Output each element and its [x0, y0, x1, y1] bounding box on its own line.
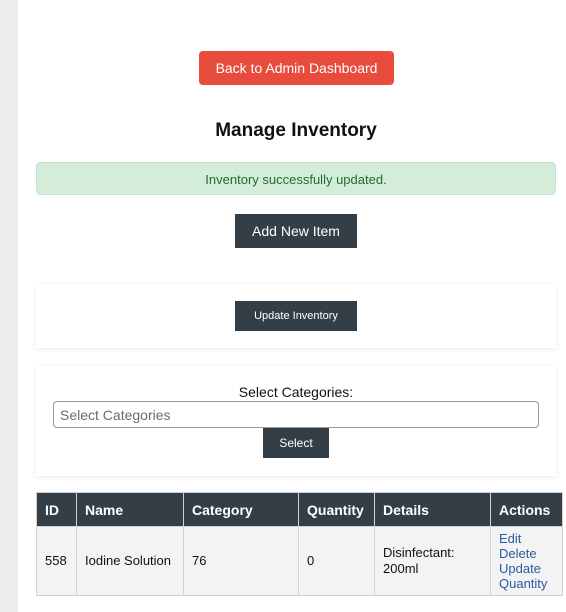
category-filter-card: Select Categories: Select — [36, 366, 556, 476]
cell-actions: Edit Delete Update Quantity — [490, 526, 563, 596]
success-alert: Inventory successfully updated. — [36, 162, 556, 195]
update-inventory-card: Update Inventory — [36, 284, 556, 348]
cell-quantity: 0 — [298, 526, 375, 596]
back-to-dashboard-button[interactable]: Back to Admin Dashboard — [199, 51, 394, 85]
cell-category: 76 — [183, 526, 299, 596]
main-content: Back to Admin Dashboard Manage Inventory… — [18, 0, 566, 612]
update-quantity-link[interactable]: Update Quantity — [499, 561, 554, 591]
inventory-table: ID Name Category Quantity Details Action… — [36, 492, 563, 596]
edit-link[interactable]: Edit — [499, 531, 554, 546]
cell-id: 558 — [36, 526, 77, 596]
page: Back to Admin Dashboard Manage Inventory… — [0, 0, 566, 612]
column-header-details: Details — [374, 492, 491, 527]
cell-details: Disinfectant: 200ml — [374, 526, 491, 596]
column-header-id: ID — [36, 492, 77, 527]
add-new-item-button[interactable]: Add New Item — [235, 214, 357, 248]
column-header-quantity: Quantity — [298, 492, 375, 527]
column-header-category: Category — [183, 492, 299, 527]
table-header-row: ID Name Category Quantity Details Action… — [36, 492, 563, 527]
page-title: Manage Inventory — [215, 120, 377, 141]
delete-link[interactable]: Delete — [499, 546, 554, 561]
table-row: 558 Iodine Solution 76 0 Disinfectant: 2… — [36, 526, 563, 596]
left-sidebar-strip — [0, 0, 18, 612]
column-header-actions: Actions — [490, 492, 563, 527]
select-button[interactable]: Select — [263, 428, 329, 458]
select-categories-label: Select Categories: — [238, 384, 354, 400]
column-header-name: Name — [76, 492, 184, 527]
select-categories-input[interactable] — [53, 401, 539, 428]
cell-name: Iodine Solution — [76, 526, 184, 596]
update-inventory-button[interactable]: Update Inventory — [235, 301, 357, 331]
